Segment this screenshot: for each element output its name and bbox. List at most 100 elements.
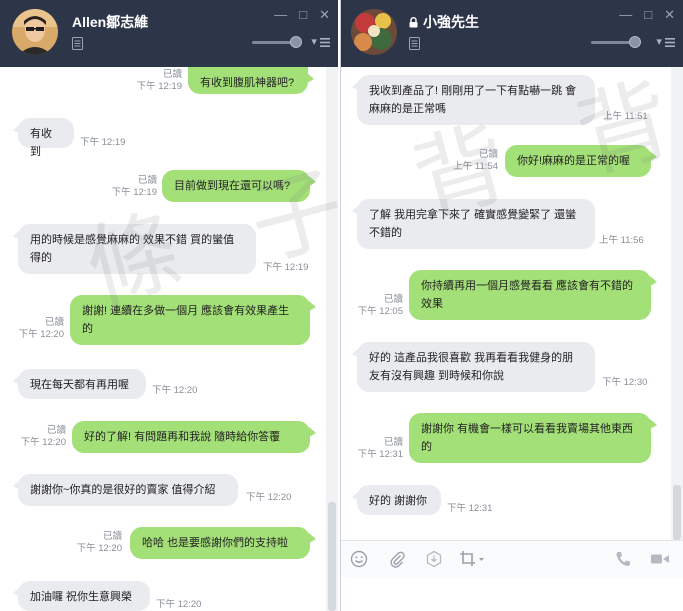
chat-window-left: Allen鄒志維 — □ ✕ ▾ 有收到腹肌神器吧? 已讀 下午 12:19 有收… [0, 0, 338, 611]
read-receipt: 已讀 [102, 531, 122, 542]
message-text: 我收到產品了! 剛剛用了一下有點嚇一跳 會麻麻的是正常嗎 [369, 85, 577, 115]
message-meta: 已讀 下午 12:05 [341, 294, 403, 318]
crop-screenshot-icon[interactable] [459, 550, 485, 568]
lock-icon [409, 17, 418, 28]
message-text: 謝謝! 連續在多做一個月 應該會有效果產生的 [82, 305, 290, 335]
message-bubble-incoming[interactable]: 好的 謝謝你 [352, 485, 441, 515]
message-text: 了解 我用完拿下來了 確實感覺變緊了 還蠻不錯的 [369, 209, 577, 239]
close-button[interactable]: ✕ [664, 8, 675, 21]
timestamp: 下午 12:19 [80, 137, 126, 148]
read-receipt: 已讀 [137, 175, 157, 186]
slider-knob[interactable] [290, 36, 302, 48]
minimize-button[interactable]: — [274, 8, 287, 21]
message-bubble-incoming[interactable]: 好的 這產品我很喜歡 我再看看我健身的朋友有沒有興趣 到時候和你說 [352, 342, 595, 392]
save-file-icon[interactable] [425, 550, 443, 568]
message-bubble-outgoing[interactable]: 你持續再用一個月感覺看看 應該會有不錯的效果 [409, 270, 657, 320]
maximize-button[interactable]: □ [644, 8, 652, 21]
message-meta: 已讀 下午 12:19 [75, 175, 157, 199]
message-bubble-outgoing[interactable]: 哈哈 也是要感謝你們的支持啦 [130, 527, 316, 559]
message-text: 好的 這產品我很喜歡 我再看看我健身的朋友有沒有興趣 到時候和你說 [369, 352, 574, 382]
message-meta: 已讀 下午 12:31 [341, 437, 403, 461]
scrollbar[interactable] [671, 67, 683, 540]
timestamp: 下午 12:19 [263, 262, 309, 273]
attachment-icon[interactable] [388, 550, 406, 568]
timestamp: 下午 12:19 [136, 81, 182, 92]
message-bubble-incoming[interactable]: 用的時候是感覺麻麻的 效果不錯 買的蠻值得的 [13, 224, 256, 274]
message-text: 你好!麻麻的是正常的喔 [517, 155, 631, 167]
emoji-icon[interactable] [350, 550, 368, 568]
hamburger-icon [320, 37, 330, 47]
contact-name-text: 小強先生 [423, 14, 479, 30]
message-text: 目前做到現在還可以嗎? [174, 180, 291, 192]
timestamp: 下午 12:20 [152, 385, 198, 396]
message-bubble-incoming[interactable]: 我收到產品了! 剛剛用了一下有點嚇一跳 會麻麻的是正常嗎 [352, 75, 595, 125]
hamburger-icon [665, 37, 675, 47]
read-receipt: 已讀 [383, 437, 403, 448]
scroll-thumb[interactable] [328, 502, 336, 611]
message-bubble-incoming[interactable]: 現在每天都有再用喔 [13, 369, 146, 399]
message-bubble-outgoing[interactable]: 目前做到現在還可以嗎? [162, 170, 316, 202]
chat-area: 有收到腹肌神器吧? 已讀 下午 12:19 有收到 下午 12:19 目前做到現在… [0, 67, 338, 611]
timestamp: 下午 12:20 [76, 543, 122, 554]
message-text: 有收到 [30, 128, 52, 158]
read-receipt: 已讀 [162, 69, 182, 80]
message-bubble-outgoing[interactable]: 謝謝! 連續在多做一個月 應該會有效果產生的 [70, 295, 316, 345]
volume-slider[interactable] [252, 36, 302, 48]
timestamp: 上午 11:51 [603, 111, 648, 122]
message-bubble-outgoing[interactable]: 謝謝你 有機會一樣可以看看我賣場其他東西的 [409, 413, 657, 463]
contact-name: Allen鄒志維 [72, 14, 149, 30]
timestamp: 上午 11:54 [453, 161, 498, 172]
contact-name: 小強先生 [409, 12, 479, 32]
menu-button[interactable]: ▾ [311, 35, 330, 48]
message-bubble-incoming[interactable]: 有收到 [13, 118, 74, 158]
message-meta: 已讀 下午 12:20 [40, 531, 122, 555]
message-bubble-outgoing[interactable]: 有收到腹肌神器吧? [188, 67, 314, 94]
message-meta: 已讀 上午 11:54 [416, 149, 498, 173]
title-bar: Allen鄒志維 — □ ✕ ▾ [0, 0, 338, 67]
message-meta: 已讀 下午 12:19 [100, 69, 182, 93]
message-text: 好的 謝謝你 [369, 495, 428, 507]
message-text: 現在每天都有再用喔 [30, 379, 129, 391]
menu-button[interactable]: ▾ [656, 35, 675, 48]
message-text: 哈哈 也是要感謝你們的支持啦 [142, 537, 289, 549]
video-call-icon[interactable] [650, 550, 670, 568]
timestamp: 下午 12:30 [602, 377, 648, 388]
note-icon[interactable] [409, 37, 420, 55]
scroll-thumb[interactable] [673, 485, 681, 540]
message-bubble-outgoing[interactable]: 你好!麻麻的是正常的喔 [505, 145, 657, 177]
close-button[interactable]: ✕ [319, 8, 330, 21]
note-icon[interactable] [72, 37, 83, 55]
chat-window-right: 小強先生 — □ ✕ ▾ 我收到產品了! 剛剛用了一下有點嚇一跳 會麻麻的是正常… [340, 0, 683, 611]
timestamp: 下午 12:19 [111, 187, 157, 198]
timestamp: 下午 12:20 [20, 437, 66, 448]
message-bubble-incoming[interactable]: 加油囉 祝你生意興榮 [13, 581, 150, 611]
dropdown-arrow-icon: ▾ [311, 36, 317, 48]
volume-slider[interactable] [591, 36, 641, 48]
timestamp: 下午 12:31 [447, 503, 493, 514]
timestamp: 下午 12:05 [357, 306, 403, 317]
dropdown-arrow-icon: ▾ [656, 36, 662, 48]
maximize-button[interactable]: □ [299, 8, 307, 21]
slider-knob[interactable] [629, 36, 641, 48]
read-receipt: 已讀 [383, 294, 403, 305]
scrollbar[interactable] [326, 67, 338, 611]
message-text: 用的時候是感覺麻麻的 效果不錯 買的蠻值得的 [30, 234, 235, 264]
timestamp: 下午 12:20 [18, 329, 64, 340]
message-bubble-incoming[interactable]: 了解 我用完拿下來了 確實感覺變緊了 還蠻不錯的 [352, 199, 595, 249]
timestamp: 下午 12:31 [357, 449, 403, 460]
timestamp: 下午 12:20 [246, 492, 292, 503]
minimize-button[interactable]: — [619, 8, 632, 21]
message-bubble-incoming[interactable]: 謝謝你~你真的是很好的賣家 值得介紹 [13, 474, 238, 506]
message-meta: 已讀 下午 12:20 [0, 317, 64, 341]
message-meta: 已讀 下午 12:20 [0, 425, 66, 449]
composer-toolbar [341, 540, 683, 578]
phone-icon[interactable] [615, 550, 631, 568]
read-receipt: 已讀 [46, 425, 66, 436]
title-bar: 小強先生 — □ ✕ ▾ [341, 0, 683, 67]
message-text: 有收到腹肌神器吧? [200, 77, 295, 89]
avatar[interactable] [351, 9, 397, 55]
avatar[interactable] [12, 9, 58, 55]
message-text: 謝謝你~你真的是很好的賣家 值得介紹 [30, 484, 216, 496]
message-bubble-outgoing[interactable]: 好的了解! 有問題再和我說 隨時給你答覆 [72, 421, 316, 453]
message-text: 你持續再用一個月感覺看看 應該會有不錯的效果 [421, 280, 634, 310]
